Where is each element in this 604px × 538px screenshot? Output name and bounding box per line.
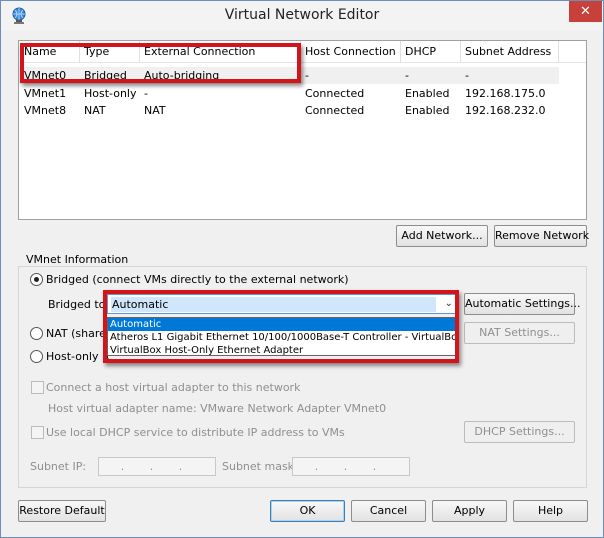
column-separator[interactable] xyxy=(558,41,559,63)
add-network-button[interactable]: Add Network... xyxy=(396,225,488,247)
subnet-ip-label: Subnet IP: xyxy=(30,460,87,473)
restore-default-button[interactable]: Restore Default xyxy=(18,500,106,522)
host-only-radio[interactable] xyxy=(30,350,43,363)
ok-button[interactable]: OK xyxy=(270,500,345,522)
cell-external-connection: NAT xyxy=(144,104,166,117)
cell-subnet-address: 192.168.175.0 xyxy=(465,87,546,100)
cell-dhcp: Enabled xyxy=(405,104,450,117)
subnet-mask-label: Subnet mask: xyxy=(222,460,298,473)
cell-subnet-address: - xyxy=(465,69,469,82)
close-button[interactable]: ✕ xyxy=(569,1,602,22)
cell-subnet-address: 192.168.232.0 xyxy=(465,104,546,117)
dhcp-label[interactable]: Use local DHCP service to distribute IP … xyxy=(46,426,345,440)
help-button[interactable]: Help xyxy=(513,500,588,522)
dialog-client-area: Name Type External Connection Host Conne… xyxy=(9,32,595,530)
title-bar: Virtual Network Editor ✕ xyxy=(1,1,603,31)
cell-host-connection: Connected xyxy=(305,104,365,117)
connect-adapter-label[interactable]: Connect a host virtual adapter to this n… xyxy=(46,381,300,395)
table-row[interactable]: VMnet8 NAT NAT Connected Enabled 192.168… xyxy=(19,102,586,119)
cell-host-connection: Connected xyxy=(305,87,365,100)
nat-settings-button[interactable]: NAT Settings... xyxy=(464,322,575,344)
column-header-host-connection[interactable]: Host Connection xyxy=(305,41,400,63)
cell-external-connection: - xyxy=(144,87,148,100)
cell-dhcp: Enabled xyxy=(405,87,450,100)
cell-type: Host-only xyxy=(84,87,137,100)
window-title: Virtual Network Editor xyxy=(224,7,380,23)
cell-type: NAT xyxy=(84,104,106,117)
close-icon: ✕ xyxy=(580,4,591,19)
cell-dhcp: - xyxy=(405,69,409,82)
bridged-label[interactable]: Bridged (connect VMs directly to the ext… xyxy=(46,273,349,287)
automatic-settings-button[interactable]: Automatic Settings... xyxy=(464,293,581,315)
annotation-highlight-box xyxy=(103,290,459,363)
cell-name: VMnet1 xyxy=(24,87,67,100)
cancel-button[interactable]: Cancel xyxy=(351,500,426,522)
annotation-highlight-box xyxy=(20,43,301,83)
connect-adapter-checkbox[interactable] xyxy=(31,381,44,394)
vmnet-information-label: VMnet Information xyxy=(24,253,131,266)
adapter-name-label: Host virtual adapter name: VMware Networ… xyxy=(48,402,387,415)
dhcp-settings-button[interactable]: DHCP Settings... xyxy=(464,421,575,443)
bridged-to-label: Bridged to: xyxy=(48,298,110,311)
table-row[interactable]: VMnet1 Host-only - Connected Enabled 192… xyxy=(19,85,586,102)
remove-network-button[interactable]: Remove Network xyxy=(494,225,589,247)
apply-button[interactable]: Apply xyxy=(432,500,507,522)
dhcp-checkbox[interactable] xyxy=(31,426,44,439)
virtual-network-editor-window: Virtual Network Editor ✕ Name Type Exter… xyxy=(0,0,604,538)
column-separator[interactable] xyxy=(400,41,401,63)
cell-host-connection: - xyxy=(305,69,309,82)
bridged-radio[interactable] xyxy=(30,273,43,286)
subnet-mask-field[interactable]: . . . xyxy=(292,457,410,476)
cell-name: VMnet8 xyxy=(24,104,67,117)
subnet-ip-field[interactable]: . . . xyxy=(98,457,216,476)
column-header-dhcp[interactable]: DHCP xyxy=(405,41,460,63)
column-separator[interactable] xyxy=(460,41,461,63)
nat-radio[interactable] xyxy=(30,327,43,340)
